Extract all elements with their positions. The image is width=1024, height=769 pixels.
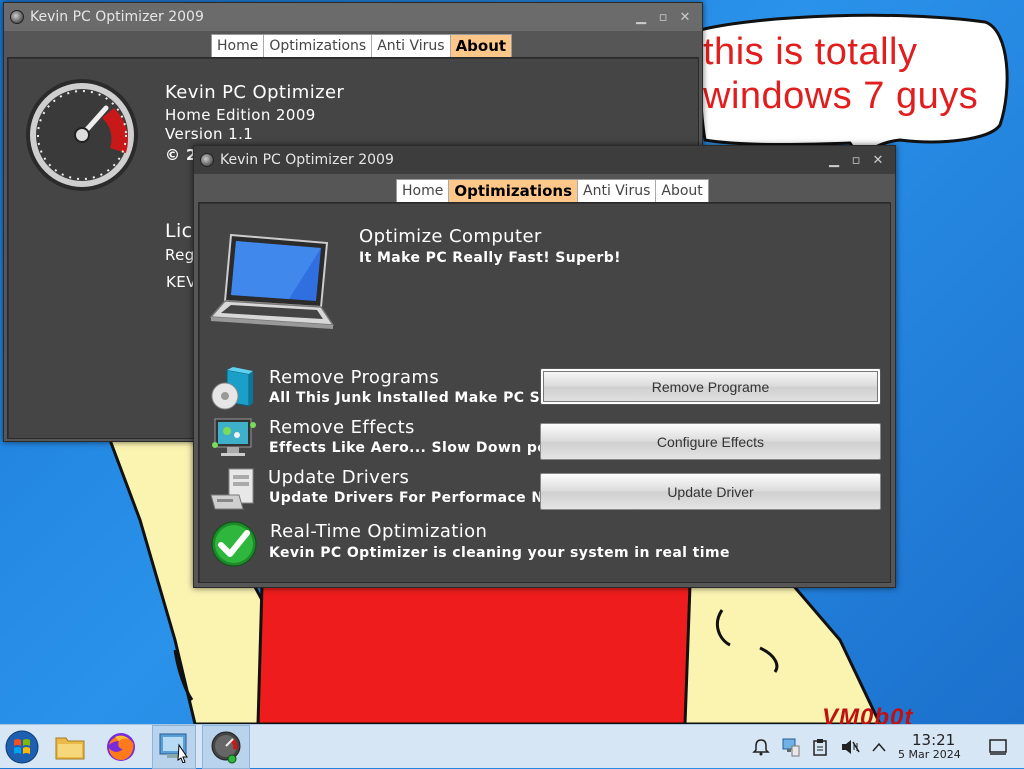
optimizations-content-panel: Optimize Computer It Make PC Really Fast… [198,202,891,583]
optimizations-window-title: Kevin PC Optimizer 2009 [220,152,394,168]
kevin-optimizer-taskbar-button[interactable] [202,725,250,769]
tab-home[interactable]: Home [397,180,450,202]
app-icon [10,10,24,24]
remove-effects-subtitle: Effects Like Aero... Slow Down pc. [269,440,552,456]
about-registered: Reg [165,246,195,264]
close-icon[interactable]: ✕ [867,153,889,168]
show-desktop-icon[interactable] [988,737,1008,757]
optimizations-window-titlebar[interactable]: Kevin PC Optimizer 2009 ▁ ▫ ✕ [194,146,895,174]
speech-line-2: windows 7 guys [703,75,979,117]
about-window-titlebar[interactable]: Kevin PC Optimizer 2009 ▁ ▫ ✕ [4,3,702,31]
file-manager-taskbar-button[interactable] [50,725,90,769]
realtime-optimization-title: Real-Time Optimization [270,521,488,542]
speedometer-icon [26,79,138,191]
configure-effects-button[interactable]: Configure Effects [540,423,881,460]
network-icon[interactable] [780,737,800,757]
update-driver-button[interactable]: Update Driver [540,473,881,510]
optimizations-window[interactable]: Kevin PC Optimizer 2009 ▁ ▫ ✕ Home Optim… [193,145,896,588]
bell-icon[interactable] [751,737,771,757]
clipboard-icon[interactable] [810,737,830,757]
speech-line-1: this is totally [703,31,918,73]
control-panel-taskbar-button[interactable] [152,725,196,769]
windows-orb-icon [5,730,39,764]
realtime-optimization-subtitle: Kevin PC Optimizer is cleaning your syst… [269,545,730,561]
update-drivers-subtitle: Update Drivers For Performace Now [269,490,567,506]
speech-bubble-text: this is totally windows 7 guys [703,30,1003,118]
remove-programs-button[interactable]: Remove Programe [540,368,881,405]
speedometer-icon [211,731,241,764]
clock-time[interactable]: 13:21 [912,731,955,749]
tab-about[interactable]: About [450,35,512,57]
minimize-icon[interactable]: ▁ [630,10,652,25]
optimize-computer-title: Optimize Computer [359,226,542,247]
close-icon[interactable]: ✕ [674,10,696,25]
tab-about[interactable]: About [656,180,708,202]
optimizations-window-tabs: Home Optimizations Anti Virus About [396,179,709,203]
app-icon [200,153,214,167]
chevron-up-icon[interactable] [869,737,889,757]
effects-monitor-icon [212,418,256,456]
tab-optimizations[interactable]: Optimizations [449,180,578,202]
maximize-icon[interactable]: ▫ [652,10,674,25]
drivers-icon [210,468,254,510]
checkmark-icon [211,521,257,567]
volume-muted-icon[interactable] [840,737,860,757]
character-shirt [256,583,692,724]
firefox-taskbar-button[interactable] [100,725,142,769]
minimize-icon[interactable]: ▁ [823,153,845,168]
remove-programs-subtitle: All This Junk Installed Make PC Slo [269,390,539,406]
laptop-icon [209,233,335,329]
optimize-computer-subtitle: It Make PC Really Fast! Superb! [359,250,621,266]
about-edition: Home Edition 2009 [165,106,316,124]
clock-date[interactable]: 5 Mar 2024 [898,748,961,761]
software-box-icon [211,367,253,410]
folder-icon [55,737,85,760]
tab-optimizations[interactable]: Optimizations [264,35,373,57]
maximize-icon[interactable]: ▫ [845,153,867,168]
tab-anti-virus[interactable]: Anti Virus [578,180,657,202]
about-window-tabs: Home Optimizations Anti Virus About [211,34,513,58]
start-button[interactable] [2,725,42,769]
about-product-name: Kevin PC Optimizer [165,82,345,103]
firefox-icon [107,733,135,761]
tab-anti-virus[interactable]: Anti Virus [372,35,451,57]
update-drivers-title: Update Drivers [268,467,410,488]
about-window-title: Kevin PC Optimizer 2009 [30,9,204,25]
tab-home[interactable]: Home [212,35,265,57]
taskbar [0,724,1024,769]
remove-programs-title: Remove Programs [269,367,440,388]
about-version: Version 1.1 [165,125,254,143]
control-panel-icon [159,733,188,763]
remove-effects-title: Remove Effects [269,417,415,438]
